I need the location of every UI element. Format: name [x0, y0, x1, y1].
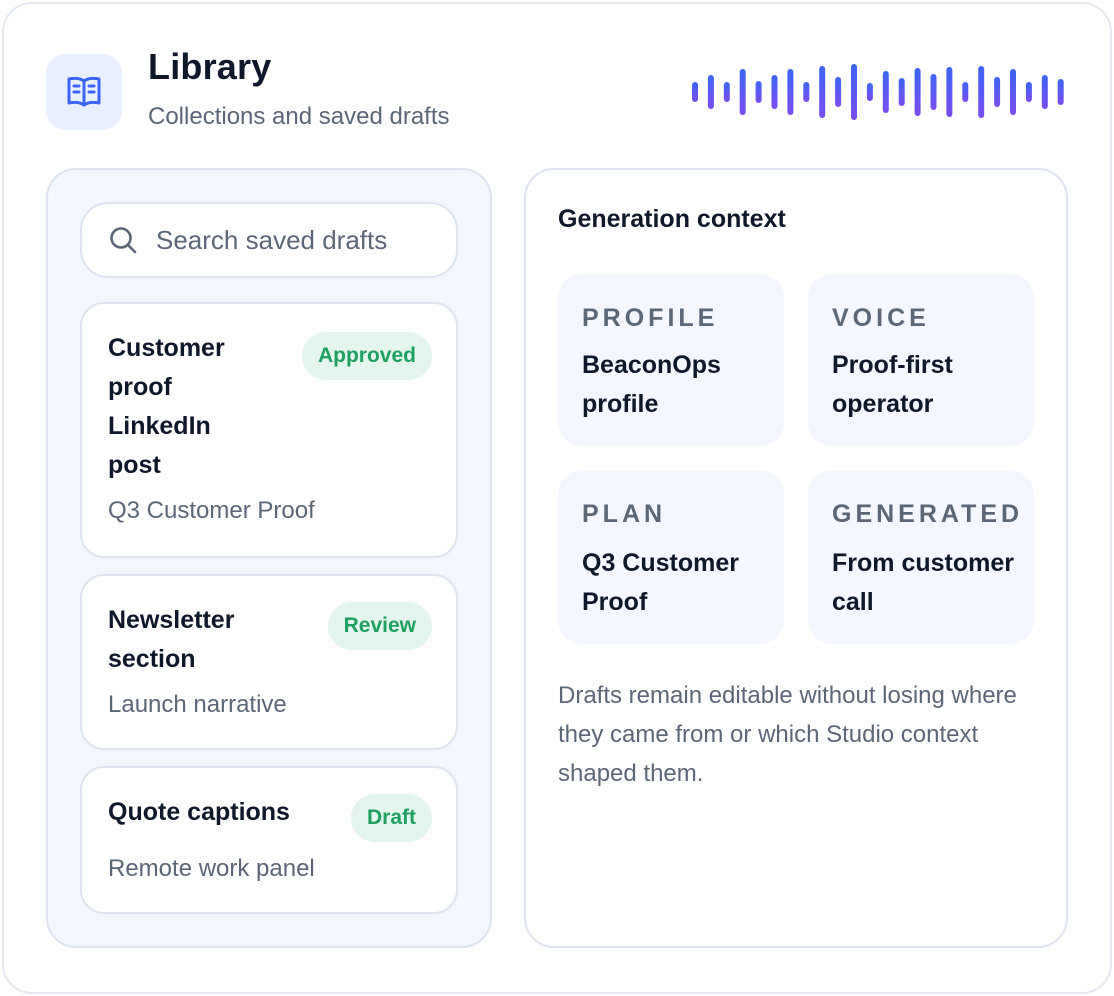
- waveform-bar: [1041, 75, 1048, 109]
- tile-label: GENERATED: [832, 500, 1024, 528]
- waveform-bar: [755, 81, 762, 103]
- waveform-bar: [1057, 79, 1064, 105]
- waveform-bar: [803, 82, 810, 102]
- draft-title: Quote captions: [108, 798, 290, 826]
- tile-value: Q3 Customer Proof: [582, 549, 739, 616]
- waveform-bar: [930, 74, 937, 110]
- waveform-bar: [835, 77, 842, 107]
- page-subtitle: Collections and saved drafts: [148, 103, 450, 130]
- waveform-bar: [914, 68, 921, 116]
- waveform-bar: [946, 67, 953, 117]
- search-box[interactable]: [80, 202, 458, 278]
- waveform-bar: [692, 82, 698, 102]
- draft-subtitle: Launch narrative: [108, 691, 287, 718]
- waveform-bar: [866, 83, 873, 101]
- draft-title: Customer proof LinkedIn post: [108, 334, 225, 479]
- context-tile-plan: PLAN Q3 Customer Proof: [558, 470, 784, 644]
- search-input[interactable]: [156, 224, 436, 256]
- context-tile-generated: GENERATED From customer call: [808, 470, 1034, 644]
- context-title: Generation context: [558, 205, 786, 233]
- context-tile-voice: VOICE Proof-first operator: [808, 274, 1034, 446]
- waveform-bar: [739, 69, 746, 115]
- waveform-bar: [962, 82, 969, 102]
- tile-value: From customer call: [832, 549, 1014, 616]
- tile-value: Proof-first operator: [832, 351, 953, 418]
- waveform-bar: [994, 77, 1001, 107]
- waveform-bar: [882, 71, 889, 113]
- page-title: Library: [148, 46, 272, 87]
- audio-waveform-icon: [692, 64, 1064, 120]
- draft-subtitle: Q3 Customer Proof: [108, 497, 315, 524]
- draft-card[interactable]: Quote captions Draft Remote work panel: [80, 766, 458, 914]
- waveform-bar: [819, 66, 826, 118]
- waveform-bar: [771, 75, 778, 109]
- tile-label: PLAN: [582, 500, 667, 528]
- tile-value: BeaconOps profile: [582, 351, 721, 418]
- waveform-bar: [851, 64, 857, 120]
- waveform-bar: [723, 82, 730, 102]
- draft-title: Newsletter section: [108, 606, 235, 673]
- context-description: Drafts remain editable without losing wh…: [558, 682, 1017, 787]
- book-open-icon: [67, 76, 101, 107]
- context-tile-profile: PROFILE BeaconOps profile: [558, 274, 784, 446]
- draft-card[interactable]: Customer proof LinkedIn post Approved Q3…: [80, 302, 458, 558]
- draft-subtitle: Remote work panel: [108, 855, 315, 882]
- waveform-bar: [898, 78, 905, 106]
- status-badge: Draft: [350, 794, 432, 842]
- waveform-bar: [1010, 69, 1016, 115]
- draft-card[interactable]: Newsletter section Review Launch narrati…: [80, 574, 458, 750]
- library-icon-tile: [46, 54, 122, 130]
- waveform-bar: [707, 75, 714, 109]
- waveform-bar: [978, 66, 985, 118]
- status-badge: Approved: [301, 332, 432, 380]
- tile-label: PROFILE: [582, 304, 719, 332]
- status-badge: Review: [327, 602, 432, 650]
- waveform-bar: [1025, 82, 1032, 102]
- search-icon: [110, 227, 137, 254]
- tile-label: VOICE: [832, 304, 930, 332]
- waveform-bar: [787, 69, 794, 115]
